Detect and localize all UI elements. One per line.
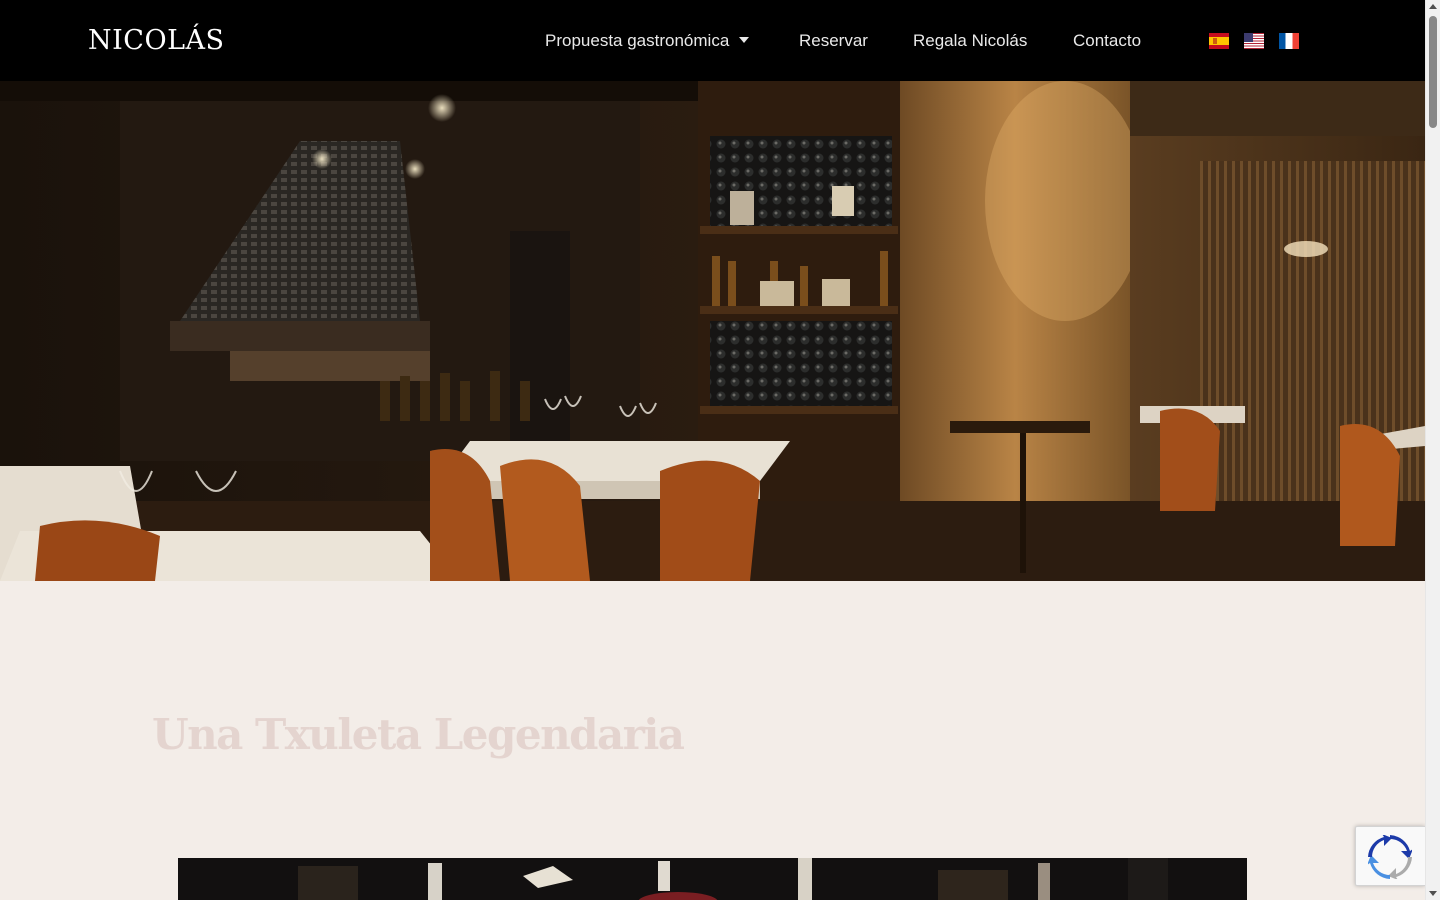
caret-down-icon	[739, 36, 750, 43]
page-scrollbar[interactable]	[1425, 0, 1440, 900]
nav-item-regala-nicolas[interactable]: Regala Nicolás	[913, 30, 1027, 52]
site-logo[interactable]: NICOLÁS	[88, 24, 225, 58]
site-header: NICOLÁS Propuesta gastronómica Reservar …	[0, 0, 1425, 81]
nav-item-propuesta-gastronomica[interactable]: Propuesta gastronómica	[545, 30, 750, 52]
hero-image	[0, 81, 1425, 581]
scroll-down-arrow-icon[interactable]	[1429, 891, 1437, 896]
flag-spain-icon[interactable]	[1209, 33, 1229, 49]
nav-item-reservar[interactable]: Reservar	[799, 30, 868, 52]
page: NICOLÁS Propuesta gastronómica Reservar …	[0, 0, 1425, 900]
nav-item-contacto[interactable]: Contacto	[1073, 30, 1141, 52]
recaptcha-icon	[1368, 835, 1412, 879]
flag-france-icon[interactable]	[1279, 33, 1299, 49]
section-title: Una Txuleta Legendaria	[152, 710, 685, 759]
nav-item-label: Propuesta gastronómica	[545, 31, 730, 50]
recaptcha-badge[interactable]	[1355, 826, 1425, 886]
scroll-up-arrow-icon[interactable]	[1429, 4, 1437, 9]
txuleta-image	[178, 858, 1247, 900]
scrollbar-thumb[interactable]	[1429, 16, 1437, 128]
flag-usa-icon[interactable]	[1244, 33, 1264, 49]
